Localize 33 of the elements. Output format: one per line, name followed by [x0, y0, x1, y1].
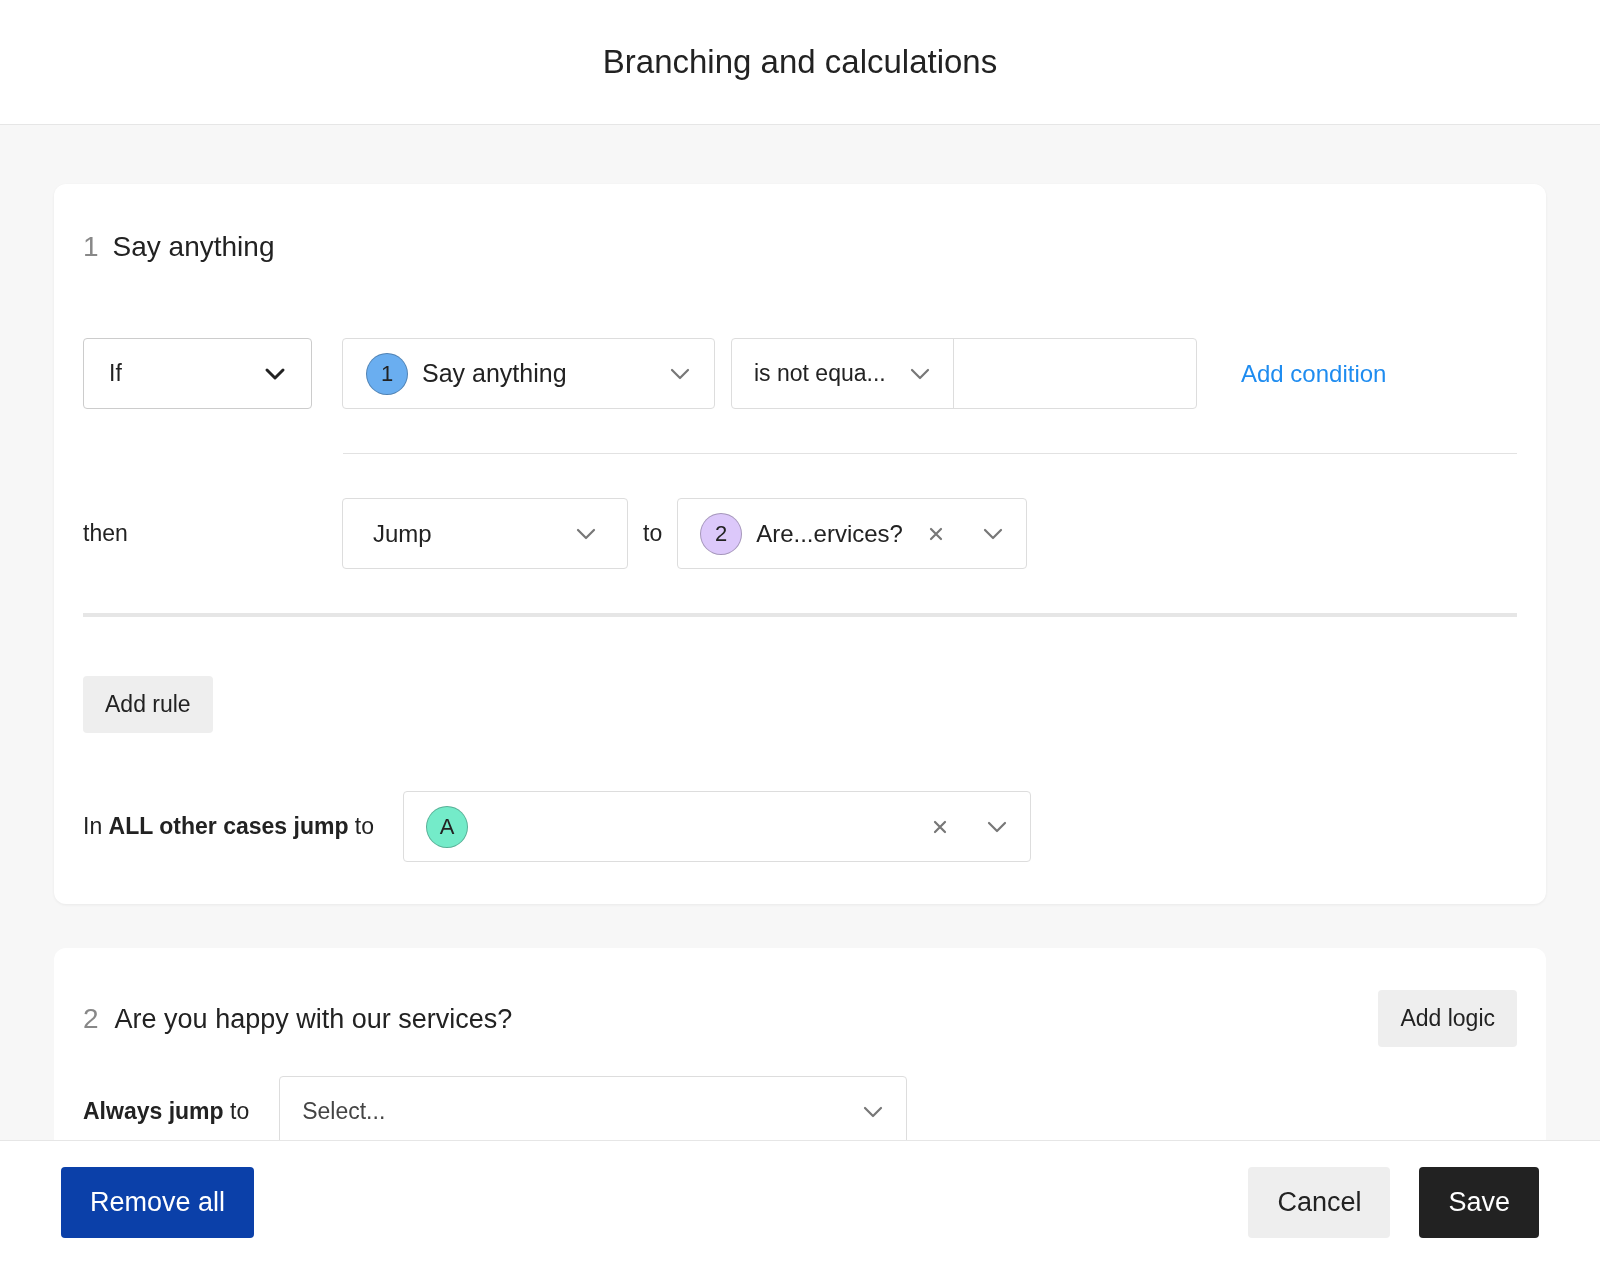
connector-select[interactable]: If [83, 338, 312, 409]
chevron-down-icon [264, 366, 286, 381]
question-number: 2 [83, 1001, 99, 1036]
operator-select[interactable]: is not equa... [732, 339, 954, 408]
number-badge: A [426, 805, 469, 848]
then-label: then [83, 519, 129, 549]
question-select[interactable]: 1 Say anything [342, 338, 715, 409]
save-button[interactable]: Save [1419, 1167, 1539, 1238]
to-label: to [643, 519, 663, 549]
always-target-select[interactable]: Select... [279, 1076, 908, 1140]
always-jump-label: Always jump to [83, 1097, 250, 1127]
close-icon[interactable] [932, 818, 949, 835]
number-badge: 1 [366, 352, 408, 395]
dialog-title: Branching and calculations [602, 42, 998, 83]
chevron-down-icon [575, 526, 597, 541]
question-title: Are you happy with our services? [114, 1002, 513, 1036]
question-title: Say anything [112, 230, 275, 264]
close-icon[interactable] [928, 525, 945, 542]
add-rule-button[interactable]: Add rule [83, 676, 213, 733]
question-number: 1 [83, 230, 99, 264]
number-badge: 2 [700, 512, 743, 555]
chevron-down-icon [669, 366, 691, 381]
chevron-down-icon [986, 819, 1009, 834]
chevron-down-icon [982, 526, 1005, 541]
action-select[interactable]: Jump [342, 498, 628, 569]
cancel-button[interactable]: Cancel [1248, 1167, 1391, 1238]
fallback-label: In ALL other cases jump to [83, 812, 375, 842]
chevron-down-icon [909, 366, 931, 381]
chevron-down-icon [862, 1104, 885, 1119]
add-logic-button[interactable]: Add logic [1378, 990, 1517, 1047]
fallback-target-select[interactable]: A [403, 791, 1032, 862]
target-select[interactable]: 2 Are...ervices? [677, 498, 1028, 569]
remove-all-button[interactable]: Remove all [61, 1167, 255, 1238]
